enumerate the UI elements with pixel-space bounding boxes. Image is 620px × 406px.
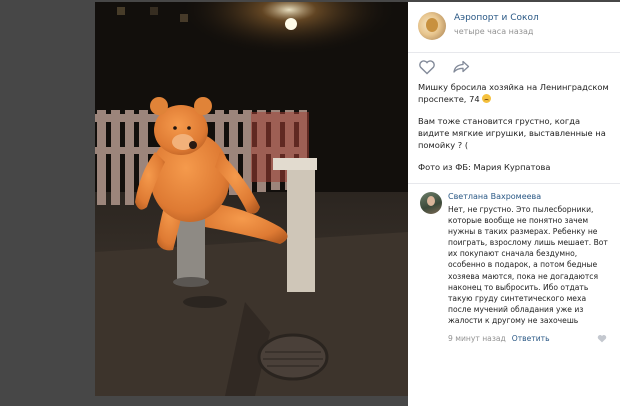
post-text-line1-content: Мишку бросила хозяйка на Ленинградском п… [418,82,609,104]
group-avatar[interactable] [418,12,446,40]
post-text-line2: Вам тоже становится грустно, когда видит… [418,116,606,150]
heart-outline-icon[interactable] [418,59,436,75]
divider [408,183,620,184]
post-side-panel: Аэропорт и Сокол четыре часа назад Мишку… [408,2,620,406]
comment-time[interactable]: 9 минут назад [448,334,506,343]
divider [408,52,620,53]
post-time[interactable]: четыре часа назад [454,27,533,36]
commenter-name-link[interactable]: Светлана Вахромеева [448,192,541,201]
post-actions [418,59,498,77]
post-text-line1: Мишку бросила хозяйка на Ленинградском п… [418,81,614,105]
comment-like-icon[interactable] [597,334,607,343]
post-photo[interactable] [95,2,408,396]
comment-text: Нет, не грустно. Это пылесборники, котор… [448,205,608,325]
post-header: Аэропорт и Сокол четыре часа назад [408,2,620,52]
crying-face-emoji-icon [481,94,491,103]
photo-viewer: Аэропорт и Сокол четыре часа назад Мишку… [0,0,620,406]
reply-button[interactable]: Ответить [512,334,550,343]
share-arrow-icon[interactable] [452,59,470,75]
comment-meta: 9 минут назад Ответить [448,334,550,343]
commenter-avatar[interactable] [420,192,442,214]
comment-item: Светлана Вахромеева Нет, не грустно. Это… [408,188,620,348]
group-name-link[interactable]: Аэропорт и Сокол [454,13,539,23]
post-text-line3: Фото из ФБ: Мария Курпатова [418,162,551,172]
